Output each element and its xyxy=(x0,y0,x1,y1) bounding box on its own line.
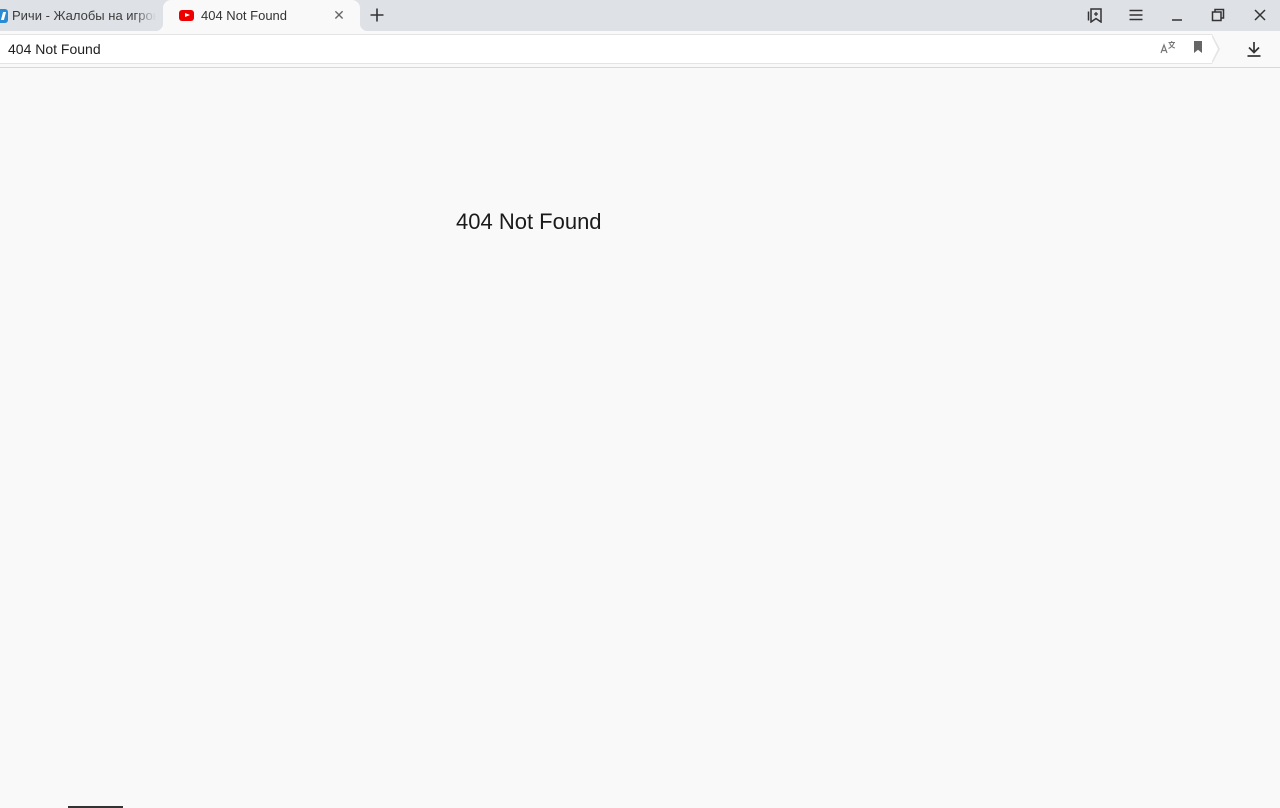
page-content: 404 Not Found xyxy=(0,69,1280,808)
tab-title: 404 Not Found xyxy=(201,8,288,23)
close-icon xyxy=(1254,9,1266,21)
translate-button[interactable] xyxy=(1159,38,1177,56)
forum-favicon-icon xyxy=(0,8,8,23)
page-heading: 404 Not Found xyxy=(456,209,602,234)
download-icon xyxy=(1247,42,1261,57)
collections-button[interactable] xyxy=(1082,3,1108,27)
hamburger-menu-icon xyxy=(1129,9,1143,21)
tab-close-button[interactable]: ✕ xyxy=(332,8,346,22)
restore-button[interactable] xyxy=(1205,3,1231,27)
tab-title: Ричи - Жалобы на игроков xyxy=(12,8,156,23)
youtube-icon xyxy=(179,10,194,21)
plus-icon xyxy=(370,8,384,22)
minimize-button[interactable] xyxy=(1164,3,1190,27)
bookmark-icon xyxy=(1194,41,1202,53)
address-bar-arrow-inner xyxy=(1211,35,1218,63)
translate-icon xyxy=(1160,41,1176,54)
browser-window: Ричи - Жалобы на игроков 404 Not Found ✕ xyxy=(0,0,1280,808)
tab-404-not-found[interactable]: 404 Not Found ✕ xyxy=(155,0,368,31)
new-tab-button[interactable] xyxy=(366,4,388,26)
address-bar-text[interactable]: 404 Not Found xyxy=(8,41,101,57)
tab-complaints[interactable]: Ричи - Жалобы на игроков xyxy=(0,0,160,31)
bookmarks-collection-icon xyxy=(1087,8,1102,23)
tab-strip: Ричи - Жалобы на игроков 404 Not Found ✕ xyxy=(0,0,1280,31)
address-toolbar: 404 Not Found xyxy=(0,31,1280,68)
address-bar[interactable]: 404 Not Found xyxy=(0,34,1212,64)
restore-icon xyxy=(1211,8,1225,22)
downloads-button[interactable] xyxy=(1243,38,1265,60)
bookmark-button[interactable] xyxy=(1189,38,1207,56)
close-window-button[interactable] xyxy=(1247,3,1273,27)
minimize-icon xyxy=(1172,19,1182,21)
menu-button[interactable] xyxy=(1123,3,1149,27)
